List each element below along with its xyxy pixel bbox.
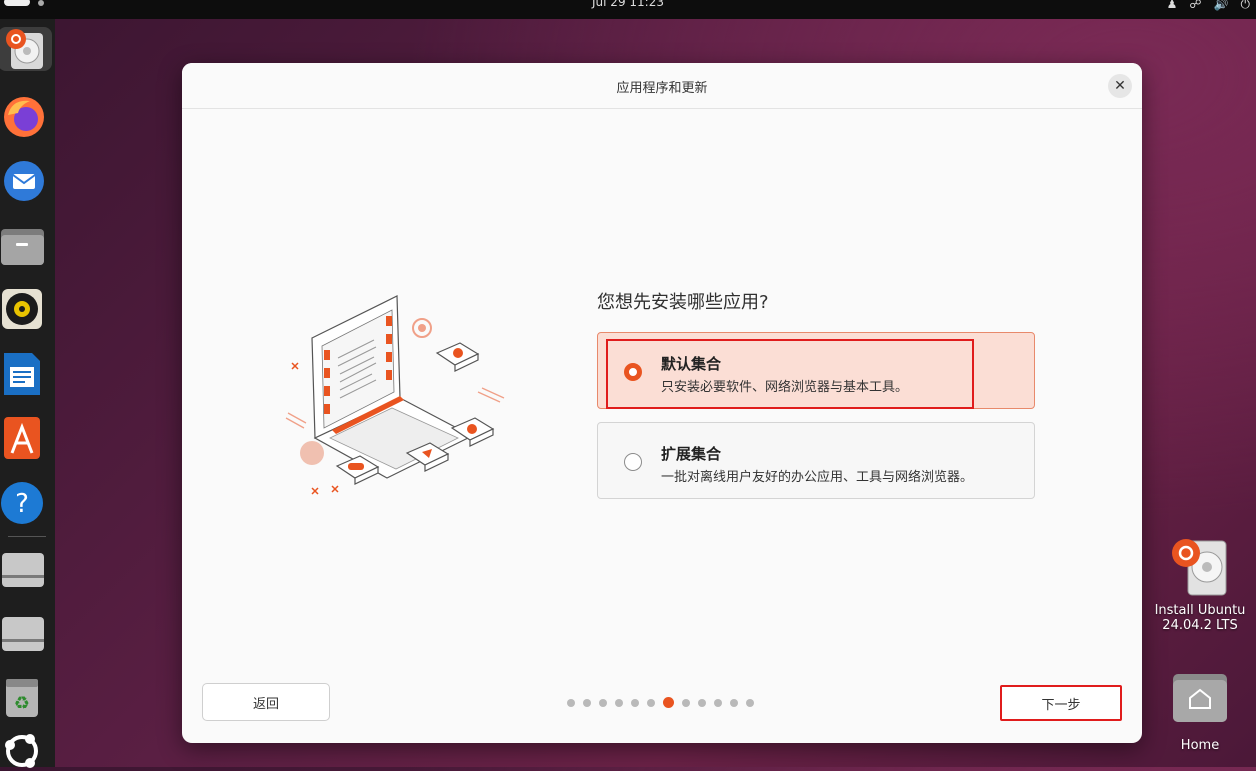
- option-title: 扩展集合: [661, 445, 722, 463]
- progress-dot: [714, 698, 722, 707]
- dock-item-rhythmbox[interactable]: [0, 287, 44, 331]
- clock[interactable]: Jul 29 11:23: [0, 0, 1256, 9]
- dock-item-drive-2[interactable]: [0, 611, 44, 655]
- progress-dot: [698, 698, 706, 707]
- app-center-icon: [4, 417, 40, 459]
- dock-item-installer[interactable]: [0, 27, 52, 71]
- progress-dot: [746, 698, 754, 707]
- accessibility-icon[interactable]: ♟: [1167, 0, 1178, 12]
- dock-item-writer[interactable]: [0, 351, 44, 395]
- files-icon: [1, 229, 44, 265]
- volume-icon[interactable]: 🔊: [1214, 0, 1229, 12]
- laptop-apps-illustration: [285, 295, 505, 495]
- progress-dot: [631, 698, 639, 707]
- trash-icon: ♻: [6, 679, 38, 717]
- desktop-home-label: Home: [1180, 738, 1220, 753]
- close-icon: ✕: [1114, 78, 1126, 94]
- dock-item-trash[interactable]: ♻: [0, 675, 44, 719]
- help-icon: ?: [1, 482, 43, 524]
- libreoffice-writer-icon: [4, 353, 40, 395]
- svg-text:♻: ♻: [14, 693, 30, 714]
- back-button[interactable]: 返回: [202, 683, 330, 721]
- top-bar: Jul 29 11:23 ♟ ☍ 🔊 ⏻: [0, 0, 1256, 19]
- option-extended-selection[interactable]: 扩展集合 一批对离线用户友好的办公应用、工具与网络浏览器。: [597, 422, 1035, 499]
- desktop-install-label-2: 24.04.2 LTS: [1162, 618, 1238, 633]
- desktop-home[interactable]: Home: [1150, 672, 1250, 753]
- svg-text:?: ?: [15, 489, 29, 519]
- question-heading: 您想先安装哪些应用?: [597, 292, 769, 313]
- firefox-icon: [4, 97, 44, 137]
- progress-dot: [615, 698, 623, 707]
- dialog-title: 应用程序和更新: [616, 81, 708, 96]
- installer-dialog: 应用程序和更新 ✕ 您想先安装哪些应用? 默认集合 只安装必要软件、网络浏览器与…: [182, 63, 1142, 743]
- power-icon[interactable]: ⏻: [1241, 0, 1251, 12]
- dock-item-thunderbird[interactable]: [2, 159, 46, 203]
- ubuntu-installer-icon: [1172, 539, 1227, 596]
- ubuntu-installer-icon: [6, 29, 43, 69]
- desktop-install-label-1: Install Ubuntu: [1154, 603, 1246, 618]
- thunderbird-icon: [4, 161, 44, 201]
- highlight-box: [606, 339, 974, 409]
- dock-item-firefox[interactable]: [2, 95, 46, 139]
- next-button[interactable]: 下一步: [1000, 685, 1122, 721]
- close-button[interactable]: ✕: [1108, 74, 1132, 98]
- dock-item-show-apps[interactable]: [0, 727, 44, 771]
- rhythmbox-icon: [2, 289, 42, 329]
- progress-dot: [730, 698, 738, 707]
- option-description: 一批对离线用户友好的办公应用、工具与网络浏览器。: [661, 470, 974, 485]
- dock-item-files[interactable]: [0, 223, 44, 267]
- dock-item-help[interactable]: ?: [0, 481, 44, 525]
- dock-separator: [8, 536, 46, 537]
- network-icon[interactable]: ☍: [1189, 0, 1201, 12]
- dock-item-app-center[interactable]: [0, 415, 44, 459]
- dock: ? ♻: [0, 19, 55, 768]
- show-apps-icon: [5, 734, 38, 768]
- radio-extended[interactable]: [624, 453, 642, 471]
- progress-dot: [567, 698, 575, 707]
- drive-icon: [2, 617, 44, 651]
- drive-icon: [2, 553, 44, 587]
- progress-dot: [647, 698, 655, 707]
- progress-dot: [599, 698, 607, 707]
- desktop-install-ubuntu[interactable]: Install Ubuntu 24.04.2 LTS: [1150, 537, 1250, 633]
- progress-dots: [567, 697, 754, 708]
- dialog-header: 应用程序和更新 ✕: [182, 63, 1142, 109]
- progress-dot: [682, 698, 690, 707]
- progress-dot: [583, 698, 591, 707]
- home-folder-icon: [1173, 674, 1227, 722]
- system-tray[interactable]: ♟ ☍ 🔊 ⏻: [1167, 0, 1250, 12]
- progress-dot-current: [663, 697, 674, 708]
- dock-item-drive-1[interactable]: [0, 547, 44, 591]
